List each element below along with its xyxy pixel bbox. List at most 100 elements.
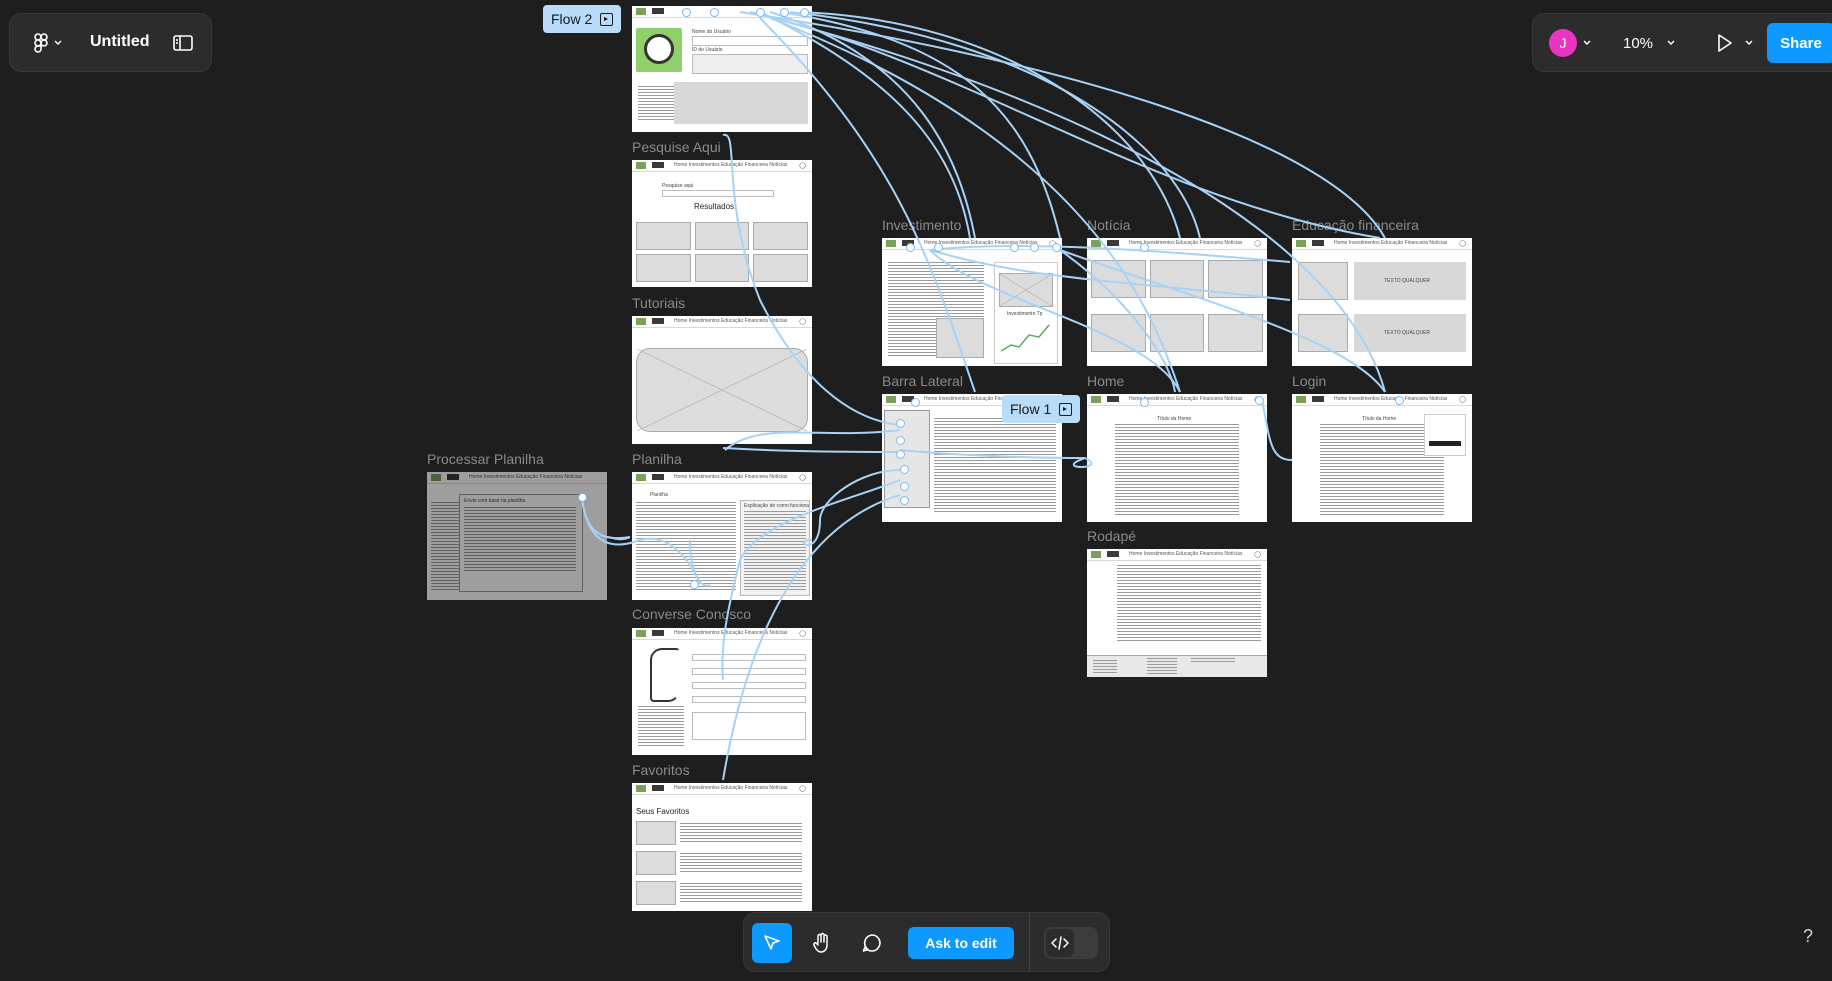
figma-logo-icon [34, 33, 48, 53]
frame-title-tutoriais[interactable]: Tutoriais [632, 295, 685, 311]
toolbar-divider [1029, 913, 1030, 971]
chevron-down-icon [1667, 40, 1675, 45]
flow-1-label: Flow 1 [1010, 401, 1052, 417]
bottom-toolbar: Ask to edit [743, 912, 1110, 972]
present-button[interactable] [1711, 28, 1739, 58]
login-popup [1424, 414, 1466, 456]
frame-title-login[interactable]: Login [1292, 373, 1326, 389]
file-title[interactable]: Untitled [90, 33, 150, 51]
main-menu-button[interactable] [28, 29, 68, 57]
planilha-heading: Planilha [650, 492, 668, 498]
frame-title-noticia[interactable]: Notícia [1087, 217, 1131, 233]
phone-icon [650, 648, 680, 702]
zoom-level: 10% [1622, 34, 1654, 52]
ask-to-edit-button[interactable]: Ask to edit [908, 927, 1014, 959]
article-text-lines [1115, 424, 1239, 516]
frame-title-processar[interactable]: Processar Planilha [427, 451, 544, 467]
wire-navbar: Home Investimentos Educação Financeira N… [632, 316, 812, 328]
user-id-label: ID do Usuário [692, 47, 723, 53]
frame-title-investimento[interactable]: Investimento [882, 217, 961, 233]
hand-tool-button[interactable] [802, 923, 842, 963]
favorites-list [636, 821, 802, 907]
frame-planilha[interactable]: Home Investimentos Educação Financeira N… [632, 472, 812, 600]
news-grid [1091, 260, 1263, 362]
chevron-down-icon [1583, 40, 1591, 45]
wire-navbar: Home Investimentos Educação Financeira N… [632, 472, 812, 484]
education-image-1 [1298, 262, 1348, 300]
frame-home[interactable]: Home Investimentos Educação Financeira N… [1087, 394, 1267, 522]
file-panel: Untitled [9, 13, 212, 72]
frame-title-pesquise[interactable]: Pesquise Aqui [632, 139, 721, 155]
frame-investimento[interactable]: Home Investimentos Educação Financeira N… [882, 238, 1062, 366]
investment-image [936, 318, 984, 358]
contact-form [692, 648, 806, 748]
education-text-box-1: TEXTO QUALQUER [1354, 262, 1466, 300]
frame-title-favoritos[interactable]: Favoritos [632, 762, 690, 778]
zoom-dropdown[interactable]: 10% [1609, 28, 1689, 58]
wire-navbar: Home Investimentos Educação Financeira N… [632, 628, 812, 640]
wire-navbar: Home Investimentos Educação Financeira N… [1292, 394, 1472, 406]
frame-title-educacao[interactable]: Educação financeira [1292, 217, 1419, 233]
home-title: Título da Home [1157, 416, 1192, 422]
results-heading: Resultados: [694, 202, 737, 211]
frame-rodape[interactable]: Home Investimentos Educação Financeira N… [1087, 549, 1267, 677]
avatar: J [1549, 29, 1577, 57]
flow-2-chip[interactable]: Flow 2 [543, 5, 622, 33]
profile-menu-lines [638, 86, 674, 120]
design-canvas[interactable]: Nome do Usuário ID do Usuário Pesquise A… [0, 0, 1832, 981]
help-button[interactable]: ? [1796, 924, 1820, 948]
user-name-field [692, 36, 808, 46]
comment-tool-button[interactable] [852, 923, 892, 963]
sidebar-toggle-icon [173, 35, 193, 51]
frame-tutoriais[interactable]: Home Investimentos Educação Financeira N… [632, 316, 812, 444]
profile-content-box [674, 82, 808, 124]
move-tool-button[interactable] [752, 923, 792, 963]
sidebar-toggle-button[interactable] [170, 31, 196, 55]
wire-navbar: Home Investimentos Educação Financeira N… [1087, 549, 1267, 561]
flow-2-label: Flow 2 [551, 11, 593, 27]
play-icon [1718, 34, 1732, 52]
tutorial-video-placeholder [636, 348, 808, 432]
wire-navbar: Home Investimentos Educação Financeira N… [1087, 394, 1267, 406]
user-name-label: Nome do Usuário [692, 29, 731, 35]
wire-navbar: Home Investimentos Educação Financeira N… [1292, 238, 1472, 250]
frame-title-planilha[interactable]: Planilha [632, 451, 682, 467]
flow-1-chip[interactable]: Flow 1 [1002, 395, 1081, 423]
frame-educacao-financeira[interactable]: Home Investimentos Educação Financeira N… [1292, 238, 1472, 366]
avatar-button[interactable]: J [1545, 28, 1595, 58]
share-button[interactable]: Share [1767, 23, 1832, 63]
dev-mode-toggle[interactable] [1044, 927, 1098, 959]
favorites-heading: Seus Favoritos [636, 807, 690, 816]
search-label: Pesquise aqui [662, 183, 694, 189]
education-text-box-2: TEXTO QUALQUER [1354, 314, 1466, 352]
frame-title-rodape[interactable]: Rodapé [1087, 528, 1136, 544]
frame-processar-planilha[interactable]: Home Investimentos Educação Financeira N… [427, 472, 607, 600]
spreadsheet-lines [636, 502, 736, 592]
search-field [662, 190, 774, 197]
chevron-down-icon [54, 40, 62, 45]
frame-title-home[interactable]: Home [1087, 373, 1124, 389]
comment-bubble-icon [862, 934, 881, 952]
sidebar-panel [884, 410, 930, 508]
code-icon [1051, 936, 1069, 950]
frame-title-converse[interactable]: Converse Conosco [632, 606, 751, 622]
contact-info-lines [638, 706, 684, 748]
education-image-2 [1298, 314, 1348, 352]
flow-2-play-icon[interactable] [600, 12, 614, 26]
frame-pesquise-aqui[interactable]: Home Investimentos Educação Financeira N… [632, 160, 812, 287]
top-right-toolbar: J 10% Share [1532, 13, 1832, 72]
frame-login[interactable]: Home Investimentos Educação Financeira N… [1292, 394, 1472, 522]
hand-icon [813, 932, 828, 953]
user-id-field [692, 54, 808, 74]
wire-navbar: Home Investimentos Educação Financeira N… [427, 472, 607, 484]
flow-1-play-icon[interactable] [1059, 402, 1073, 416]
frame-title-barra[interactable]: Barra Lateral [882, 373, 963, 389]
frame-perfil[interactable]: Nome do Usuário ID do Usuário [632, 6, 812, 132]
frame-converse-conosco[interactable]: Home Investimentos Educação Financeira N… [632, 628, 812, 755]
article-text-lines [1117, 565, 1261, 641]
frame-noticia[interactable]: Home Investimentos Educação Financeira N… [1087, 238, 1267, 366]
cursor-arrow-icon [764, 935, 780, 950]
results-grid [636, 222, 808, 282]
frame-favoritos[interactable]: Home Investimentos Educação Financeira N… [632, 783, 812, 911]
present-options-button[interactable] [1741, 28, 1757, 58]
